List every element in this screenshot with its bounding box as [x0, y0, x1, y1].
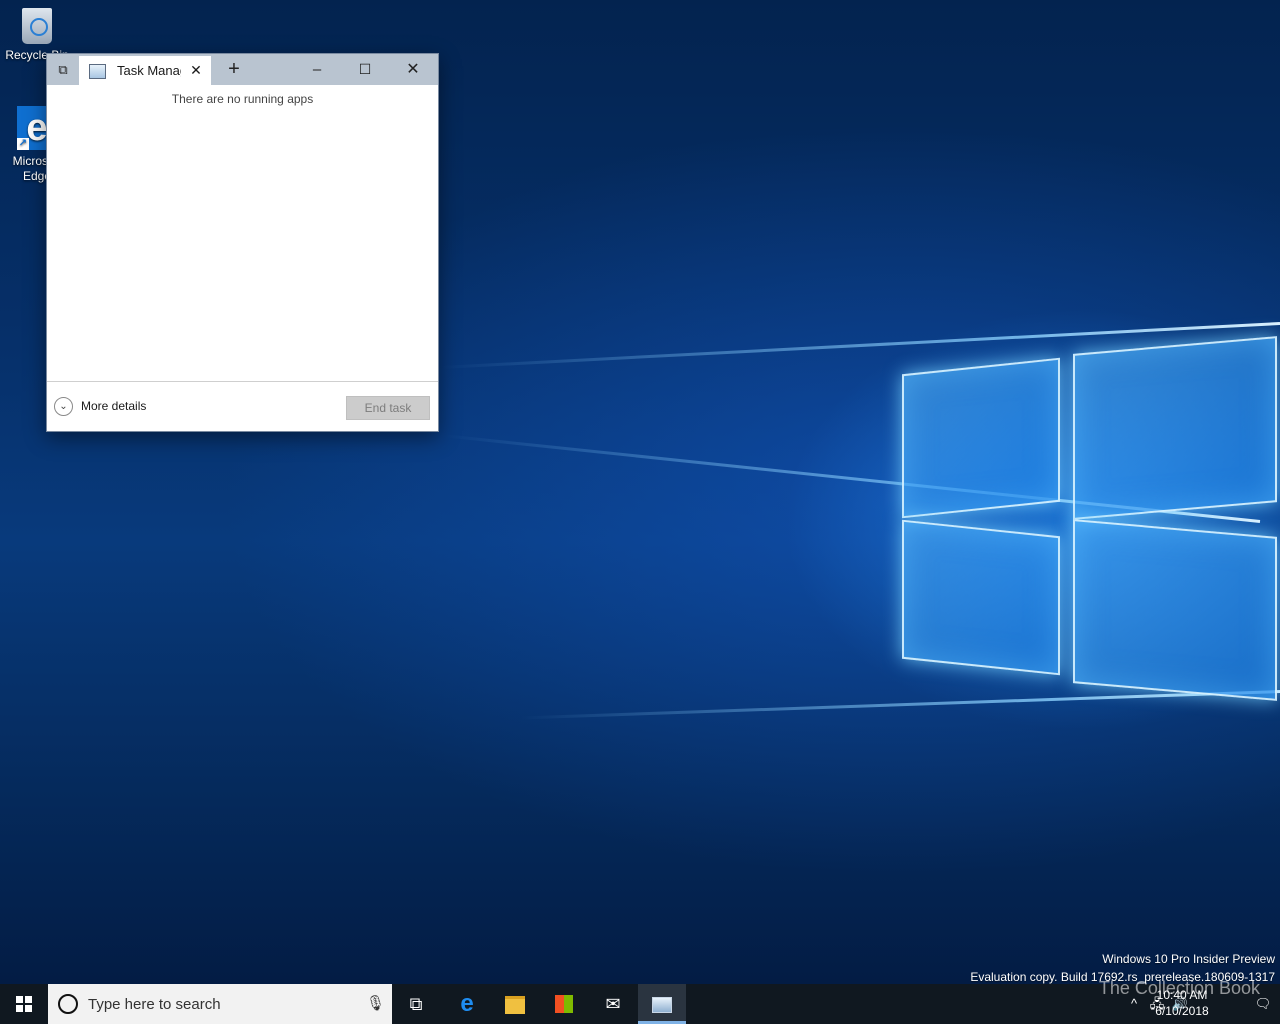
taskbar: Type here to search 🎙 ⧉ e ✉ ^ 🖧 🔊 10:40 … [0, 984, 1280, 1024]
taskbar-item-edge[interactable]: e [443, 984, 491, 1024]
wallpaper-beam [520, 690, 1280, 720]
plus-icon[interactable]: + [211, 54, 257, 85]
edge-icon: e [460, 990, 474, 1017]
empty-apps-message: There are no running apps [171, 92, 314, 106]
task-manager-window: ⧉ Task Manager ✕ + – ☐ ✕ There are no ru… [46, 53, 439, 432]
close-icon[interactable]: ✕ [187, 61, 205, 79]
taskbar-item-mail[interactable]: ✉ [589, 984, 637, 1024]
more-details-label: More details [81, 399, 147, 413]
title-bar[interactable]: ⧉ Task Manager ✕ + – ☐ ✕ [47, 54, 438, 85]
microphone-icon[interactable]: 🎙 [366, 994, 385, 1014]
start-button[interactable] [0, 984, 48, 1024]
cortana-icon [58, 994, 78, 1014]
store-icon [555, 995, 573, 1013]
taskbar-item-task-manager[interactable] [638, 984, 686, 1024]
search-input[interactable]: Type here to search 🎙 [48, 984, 392, 1024]
search-placeholder: Type here to search [88, 996, 221, 1013]
task-manager-icon [652, 997, 672, 1013]
maximize-icon[interactable]: ☐ [342, 54, 388, 85]
overlay-logo: The Collection Book [1098, 978, 1260, 998]
task-view-icon: ⧉ [409, 994, 423, 1014]
wallpaper-pane [1073, 336, 1277, 520]
end-task-button[interactable]: End task [346, 396, 430, 420]
taskbar-item-file-explorer[interactable] [491, 984, 539, 1024]
footer: ⌄ More details End task [47, 381, 438, 432]
clock-date: 6/10/2018 [1155, 1004, 1209, 1018]
recycle-bin-icon [22, 8, 52, 44]
watermark-line: Windows 10 Pro Insider Preview [1102, 952, 1275, 966]
chevron-down-icon: ⌄ [54, 397, 73, 416]
mail-icon: ✉ [605, 994, 621, 1014]
window-switcher-icon[interactable]: ⧉ [47, 54, 79, 85]
wallpaper-pane [902, 519, 1060, 676]
taskbar-item-store[interactable] [540, 984, 588, 1024]
taskbar-item-task-view[interactable]: ⧉ [392, 984, 440, 1024]
tab-title: Task Manager [117, 63, 181, 78]
shortcut-arrow-icon: ↗ [17, 138, 29, 150]
task-manager-icon [89, 64, 106, 79]
minimize-icon[interactable]: – [294, 54, 340, 85]
wallpaper-pane [902, 357, 1060, 519]
folder-icon [505, 996, 525, 1014]
tab-task-manager[interactable]: Task Manager ✕ [79, 56, 211, 85]
windows-logo-icon [16, 996, 32, 1012]
wallpaper-pane [1073, 519, 1277, 701]
close-icon[interactable]: ✕ [390, 54, 436, 85]
